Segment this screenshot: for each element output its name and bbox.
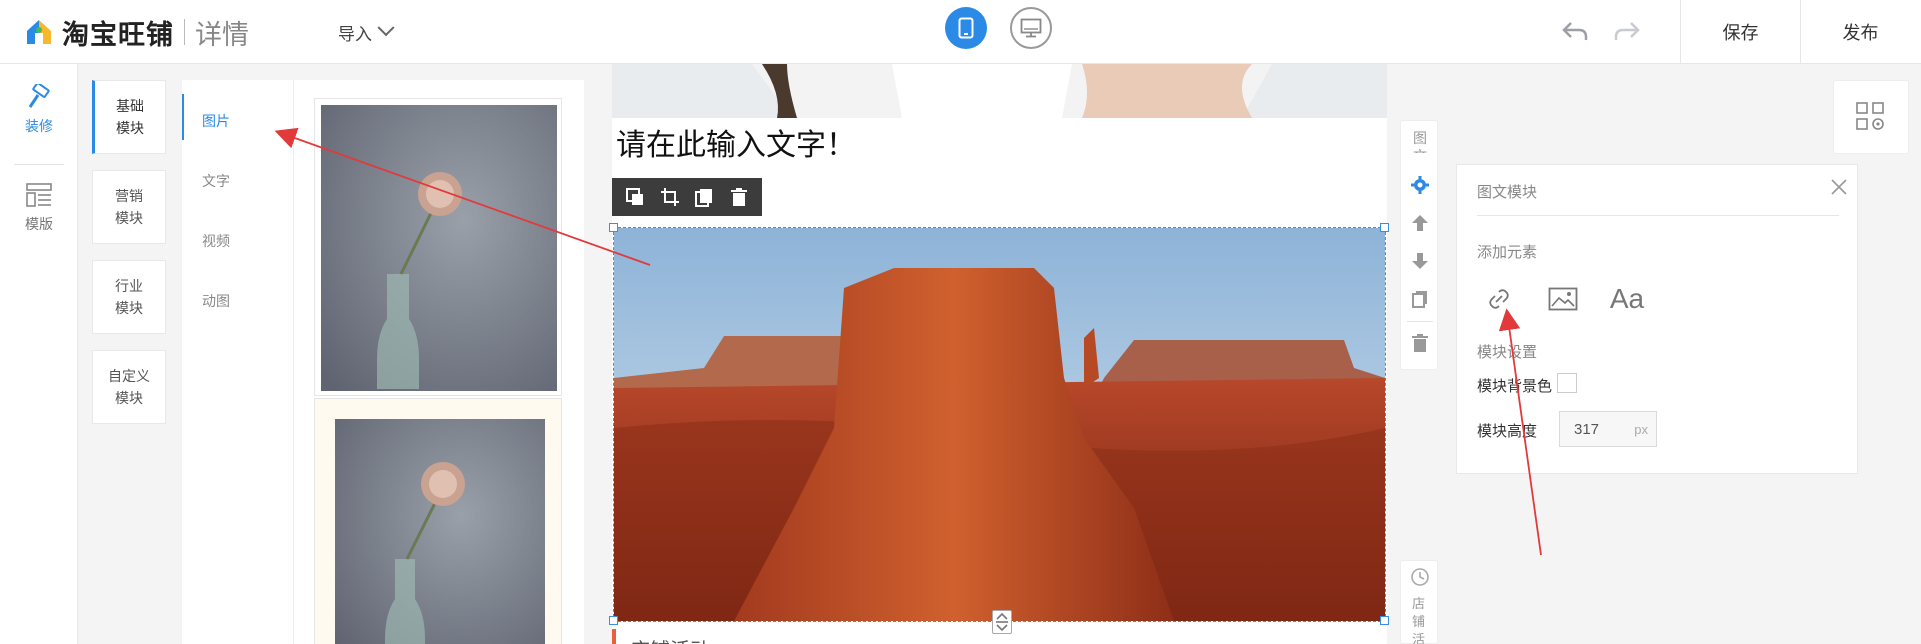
text-icon: Aa xyxy=(1609,283,1645,314)
height-label: 模块高度 xyxy=(1477,423,1538,440)
monument-valley-image xyxy=(614,228,1385,621)
page-section-title: 详情 xyxy=(195,19,249,50)
save-button[interactable]: 保存 xyxy=(1680,0,1800,64)
editor-canvas: 请在此输入文字！ 店铺活动 xyxy=(609,64,1389,644)
publish-button[interactable]: 发布 xyxy=(1800,0,1920,64)
link-icon xyxy=(1489,289,1509,309)
rail-divider xyxy=(14,164,64,165)
rail-item-template[interactable]: 模版 xyxy=(0,182,78,234)
copy-module-icon[interactable] xyxy=(1410,289,1430,309)
gear-icon[interactable] xyxy=(1410,175,1430,195)
add-text-button[interactable]: Aa xyxy=(1605,277,1649,321)
height-unit: px xyxy=(1634,421,1648,437)
module-nav-rail: 店铺活 xyxy=(1400,560,1438,644)
module-manager-button[interactable] xyxy=(1833,80,1909,154)
trash-icon[interactable] xyxy=(729,187,749,207)
add-image-button[interactable] xyxy=(1541,277,1585,321)
add-element-icons: Aa xyxy=(1477,277,1669,321)
image-module-thumbnail[interactable] xyxy=(314,398,562,644)
top-bar: 淘宝旺铺 详情 导入 保存 发布 xyxy=(0,0,1921,64)
module-settings-label: 模块设置 xyxy=(1477,344,1538,361)
close-icon[interactable] xyxy=(1829,177,1849,197)
desktop-icon xyxy=(1020,18,1042,38)
copy-icon[interactable] xyxy=(694,187,714,207)
delete-module-icon[interactable] xyxy=(1410,333,1430,353)
taobao-shop-logo-icon xyxy=(24,17,54,47)
hero-image-strip xyxy=(612,64,1387,118)
panel-divider xyxy=(1477,215,1839,216)
category-custom[interactable]: 自定义 模块 xyxy=(92,350,166,424)
module-subtabs: 图片 文字 视频 动图 xyxy=(182,80,294,644)
section-accent-bar xyxy=(612,629,616,644)
module-property-panel: 图文模块 添加元素 Aa 模块设置 模块背景色 模块高度 317 px xyxy=(1456,164,1858,474)
module-categories: 基础 模块 营销 模块 行业 模块 自定义 模块 xyxy=(78,64,182,644)
resize-handle-corner[interactable] xyxy=(1380,223,1389,232)
mobile-preview-button[interactable] xyxy=(945,7,987,49)
logo: 淘宝旺铺 详情 xyxy=(24,12,249,52)
clock-icon[interactable] xyxy=(1410,567,1430,587)
flower-bottle-image xyxy=(335,419,545,644)
height-input[interactable]: 317 px xyxy=(1559,411,1657,447)
image-edit-toolbar xyxy=(612,178,762,216)
subtab-text[interactable]: 文字 xyxy=(202,171,230,191)
logo-divider xyxy=(184,19,185,45)
image-icon xyxy=(1548,287,1578,311)
redo-icon xyxy=(1614,22,1640,40)
resize-handle-corner[interactable] xyxy=(609,223,618,232)
flower-bottle-image xyxy=(321,105,557,391)
module-tool-rail: 图文 xyxy=(1400,120,1438,370)
left-rail: 装修 模版 xyxy=(0,64,78,644)
rail-item-decorate[interactable]: 装修 xyxy=(0,84,78,136)
image-module-thumbnail[interactable] xyxy=(314,98,562,396)
resize-handle-corner[interactable] xyxy=(609,616,618,625)
height-value: 317 xyxy=(1574,420,1600,438)
category-industry[interactable]: 行业 模块 xyxy=(92,260,166,334)
bg-color-picker[interactable] xyxy=(1557,373,1577,393)
category-marketing[interactable]: 营销 模块 xyxy=(92,170,166,244)
drag-vertical-icon xyxy=(996,612,1008,632)
move-down-icon[interactable] xyxy=(1410,251,1430,271)
active-subtab-indicator xyxy=(182,94,184,140)
height-resize-handle[interactable] xyxy=(992,610,1012,634)
redo-button[interactable] xyxy=(1610,14,1644,48)
add-link-button[interactable] xyxy=(1477,277,1521,321)
add-element-label: 添加元素 xyxy=(1477,244,1538,261)
section-title: 店铺活动 xyxy=(630,634,710,644)
hammer-icon xyxy=(28,84,50,108)
undo-icon xyxy=(1562,22,1588,40)
category-basic[interactable]: 基础 模块 xyxy=(92,80,166,154)
shop-activity-section[interactable]: 店铺活动 xyxy=(612,628,710,644)
move-up-icon[interactable] xyxy=(1410,213,1430,233)
headline-text[interactable]: 请在此输入文字！ xyxy=(612,120,1387,170)
module-type-label: 图文 xyxy=(1413,130,1427,153)
rail-item-label: 模版 xyxy=(25,216,53,232)
chevron-down-icon xyxy=(377,19,395,37)
module-nav-label: 店铺活 xyxy=(1412,596,1426,644)
crop-icon[interactable] xyxy=(660,187,680,207)
import-dropdown[interactable]: 导入 xyxy=(338,14,395,50)
import-label: 导入 xyxy=(338,24,372,44)
brand-name: 淘宝旺铺 xyxy=(62,19,174,50)
rail-divider xyxy=(1407,321,1433,322)
subtab-gif[interactable]: 动图 xyxy=(202,291,230,311)
panel-title: 图文模块 xyxy=(1477,184,1538,201)
selected-image-module[interactable] xyxy=(609,223,1389,634)
subtab-video[interactable]: 视频 xyxy=(202,231,230,251)
undo-button[interactable] xyxy=(1558,14,1592,48)
mobile-icon xyxy=(958,17,974,39)
resize-handle-corner[interactable] xyxy=(1380,616,1389,625)
desktop-preview-button[interactable] xyxy=(1010,7,1052,49)
rail-item-label: 装修 xyxy=(25,118,53,134)
replace-image-icon[interactable] xyxy=(625,187,645,207)
module-thumbnails xyxy=(294,80,584,644)
subtab-image[interactable]: 图片 xyxy=(202,111,230,131)
grid-settings-icon xyxy=(1856,102,1884,130)
bg-color-label: 模块背景色 xyxy=(1477,378,1553,395)
layout-icon xyxy=(26,183,52,207)
